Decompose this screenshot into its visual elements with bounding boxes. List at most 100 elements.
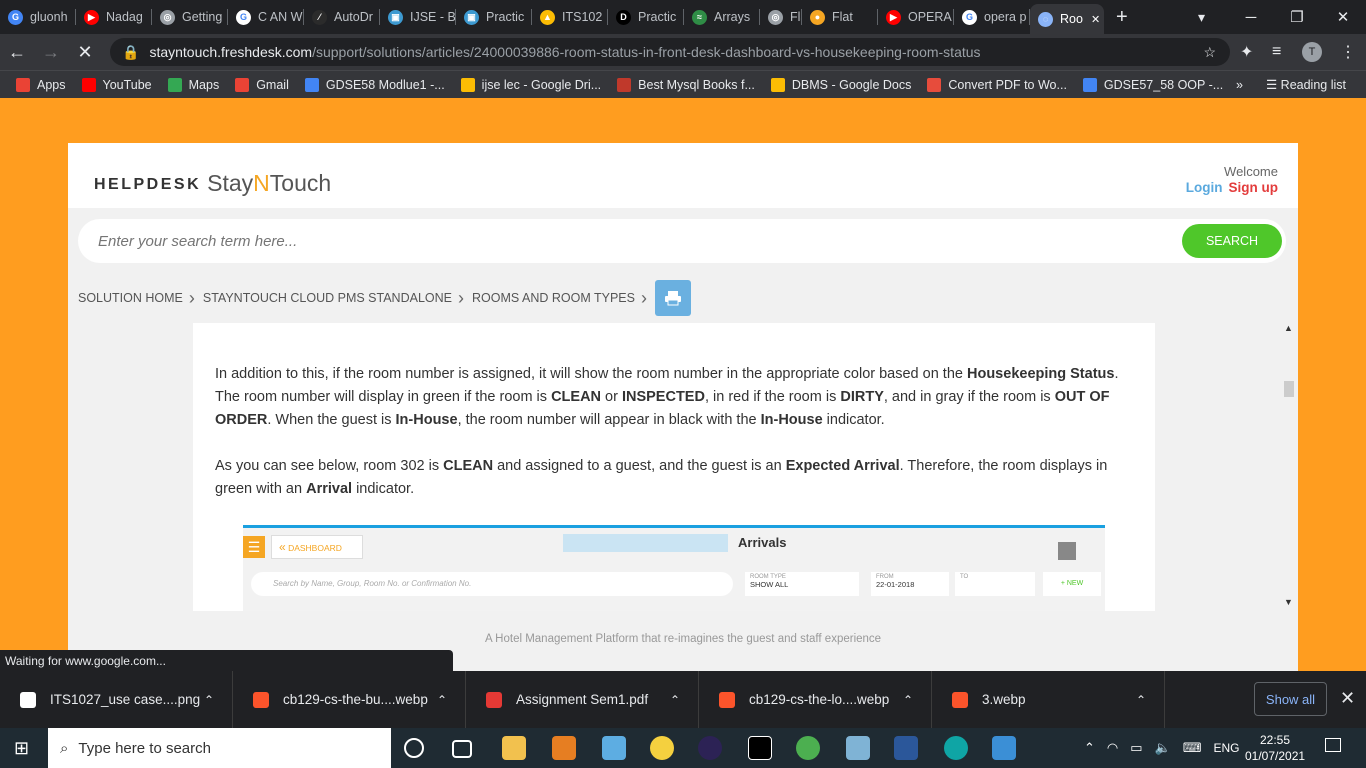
download-item[interactable]: 3.webp ⌃ [932,671,1165,728]
extensions-icon[interactable]: ✦ [1240,42,1253,62]
forward-icon[interactable]: → [34,42,68,63]
header: HELPDESK StayNTouch Welcome Login Sign up [68,143,1298,208]
scroll-up-icon[interactable]: ▲ [1284,323,1293,333]
stop-icon[interactable]: ✕ [68,42,102,63]
chevron-up-icon[interactable]: ⌃ [437,693,447,707]
bookmark-item[interactable]: GDSE57_58 OOP -... [1075,77,1231,92]
wifi-icon[interactable]: ◠ [1107,740,1118,756]
file-type-icon [253,691,269,708]
download-item[interactable]: ITS1027_use case....png ⌃ [0,671,233,728]
chevron-up-icon[interactable]: ⌃ [1136,693,1146,707]
emoji-app-icon[interactable] [650,736,674,760]
tab-favicon-icon: ◌ [1038,11,1053,27]
bookmark-item[interactable]: GDSE58 Modlue1 -... [297,77,453,92]
print-button[interactable] [654,280,691,316]
browser-tab[interactable]: ▶ OPERA [878,0,954,34]
reading-list-button[interactable]: ☰ Reading list [1258,77,1354,92]
system-tray: ⌃ ◠ ▭ 🔈 ⌨ ENG [1084,740,1240,756]
browser-tab[interactable]: G C AN W [228,0,304,34]
chevron-up-icon[interactable]: ⌃ [1084,740,1095,756]
task-view-icon[interactable] [452,740,472,758]
download-item[interactable]: Assignment Sem1.pdf ⌃ [466,671,699,728]
tab-search-icon[interactable]: ▾ [1198,9,1205,26]
cortana-icon[interactable] [404,738,424,758]
taskbar-search[interactable]: ⌕ Type here to search [48,728,391,768]
browser-tab[interactable]: ▶ Nadag [76,0,152,34]
clock[interactable]: 22:55 01/07/2021 [1245,732,1305,764]
download-item[interactable]: cb129-cs-the-bu....webp ⌃ [233,671,466,728]
bookmark-item[interactable]: Convert PDF to Wo... [919,77,1075,92]
close-window-button[interactable]: ✕ [1320,8,1366,26]
file-explorer-icon[interactable] [502,736,526,760]
bookmark-item[interactable]: DBMS - Google Docs [763,77,919,92]
edge-icon[interactable] [944,736,968,760]
login-link[interactable]: Login [1186,180,1223,195]
signup-link[interactable]: Sign up [1229,180,1279,195]
scroll-thumb[interactable] [1284,381,1294,397]
crumb-room-types[interactable]: ROOMS AND ROOM TYPES [472,291,635,305]
crumb-cloud-pms[interactable]: STAYNTOUCH CLOUD PMS STANDALONE [203,291,452,305]
media-icon[interactable]: ≡ [1272,43,1281,61]
browser-tab[interactable]: ⁄ AutoDr [304,0,380,34]
close-downloads-icon[interactable]: ✕ [1340,688,1355,709]
bookmarks-overflow-button[interactable]: » [1228,78,1251,92]
download-item[interactable]: cb129-cs-the-lo....webp ⌃ [699,671,932,728]
bookmark-item[interactable]: Gmail [227,77,297,92]
volume-icon[interactable]: 🔈 [1155,740,1171,756]
browser-tab[interactable]: ▲ ITS102 [532,0,608,34]
new-tab-button[interactable]: + [1116,6,1128,29]
chevron-up-icon[interactable]: ⌃ [903,693,913,707]
menu-icon[interactable]: ⋮ [1340,42,1356,62]
browser-tab[interactable]: ◌ Roo ✕ [1030,4,1104,34]
browser-tab[interactable]: Ggluonh [0,0,76,34]
word-icon[interactable] [894,736,918,760]
tab-favicon-icon: ▶ [886,9,901,25]
close-tab-icon[interactable]: ✕ [1091,13,1100,26]
chevron-up-icon[interactable]: ⌃ [670,693,680,707]
avatar[interactable]: T [1302,42,1322,62]
browser-tab[interactable]: ▣ Practic [456,0,532,34]
crumb-solution-home[interactable]: SOLUTION HOME [78,291,183,305]
bookmark-item[interactable]: ijse lec - Google Dri... [453,77,609,92]
notepad-icon[interactable] [846,736,870,760]
language-indicator[interactable]: ENG [1214,741,1240,755]
show-all-button[interactable]: Show all [1254,682,1327,716]
article-body: In addition to this, if the room number … [193,323,1155,611]
bookmark-item[interactable]: Apps [8,77,74,92]
windows-start-icon[interactable]: ⊞ [14,738,29,759]
logo[interactable]: HELPDESK StayNTouch [94,168,331,196]
bookmark-item[interactable]: Maps [160,77,228,92]
back-icon[interactable]: ← [0,42,34,63]
browser-tab[interactable]: ◎Flat [760,0,802,34]
battery-icon[interactable]: ▭ [1130,740,1142,756]
restore-button[interactable]: ❐ [1274,8,1320,26]
bookmark-star-icon[interactable]: ☆ [1203,44,1216,61]
tab-label: Nadag [106,10,143,24]
bookmark-item[interactable]: Best Mysql Books f... [609,77,763,92]
browser-tab[interactable]: ◎ Getting [152,0,228,34]
notification-icon[interactable] [1325,738,1341,752]
chrome-icon[interactable] [796,736,820,760]
keyboard-icon[interactable]: ⌨ [1183,740,1202,756]
url-bar[interactable]: 🔒 stayntouch.freshdesk.com/support/solut… [110,38,1230,66]
intellij-icon[interactable] [748,736,772,760]
scroll-down-icon[interactable]: ▼ [1284,597,1293,607]
search-button[interactable]: SEARCH [1182,224,1282,258]
downloads-bar: ITS1027_use case....png ⌃ cb129-cs-the-bu.… [0,671,1366,728]
browser-tab[interactable]: ≈ Arrays [684,0,760,34]
photos-icon[interactable] [992,736,1016,760]
chevron-up-icon[interactable]: ⌃ [204,693,214,707]
search-input[interactable] [98,232,1098,250]
browser-tab[interactable]: D Practic [608,0,684,34]
download-filename: Assignment Sem1.pdf [516,692,649,707]
bookmark-item[interactable]: YouTube [74,77,160,92]
browser-tab[interactable]: ● Flat [802,0,878,34]
minimize-button[interactable]: ─ [1228,9,1274,26]
eclipse-icon[interactable] [698,736,722,760]
browser-tab[interactable]: Gopera p [954,0,1030,34]
network-app-icon[interactable] [602,736,626,760]
page-scrollbar[interactable]: ▲ ▼ [1281,323,1297,611]
browser-tab[interactable]: ▣ IJSE - B [380,0,456,34]
url-host: stayntouch.freshdesk.com [149,44,313,60]
paint-icon[interactable] [552,736,576,760]
